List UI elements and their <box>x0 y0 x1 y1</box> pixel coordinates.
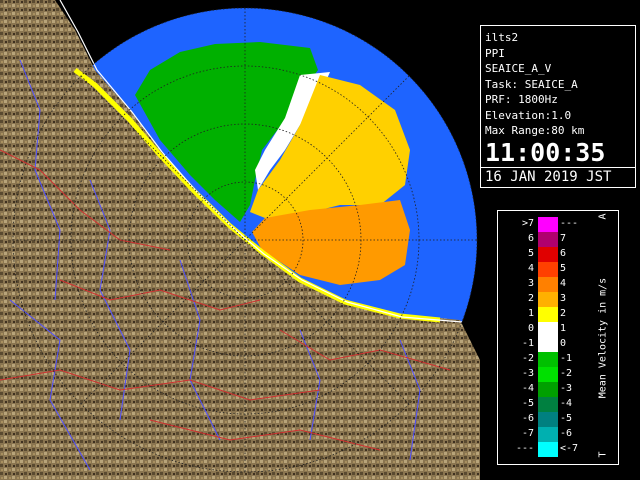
legend-row-right-label: 0 <box>560 338 567 349</box>
legend-color-swatch <box>538 427 558 442</box>
max-range-value: Max Range:80 km <box>485 124 585 137</box>
task-name: Task: SEAICE_A <box>485 77 578 91</box>
legend-row-right-label: -4 <box>560 398 573 409</box>
legend-row-left-label: 4 <box>527 263 534 274</box>
legend-row-right-label: 4 <box>560 278 567 289</box>
legend-row-left-label: 3 <box>527 278 534 289</box>
legend-top-tick: A <box>597 213 609 220</box>
legend-row-left-label: -7 <box>521 428 534 439</box>
scan-time: 11:00:35 <box>485 137 606 167</box>
legend-color-swatch <box>538 412 558 427</box>
legend-color-swatch <box>538 337 558 352</box>
legend-color-swatch <box>538 382 558 397</box>
legend-color-swatch <box>538 262 558 277</box>
scan-date: 16 JAN 2019 JST <box>481 166 635 186</box>
legend-color-swatch <box>538 352 558 367</box>
legend-row-left-label: 1 <box>527 308 534 319</box>
info-panel: ilts2 PPI SEAICE_A_V Task: SEAICE_A PRF:… <box>480 25 636 188</box>
legend-row-right-label: 7 <box>560 233 567 244</box>
legend-row-right-label: --- <box>560 218 579 229</box>
legend-row-left-label: -4 <box>521 383 534 394</box>
legend-row-right-label: -2 <box>560 368 573 379</box>
elevation-value: Elevation:1.0 <box>485 108 572 122</box>
legend-color-swatch <box>538 442 558 457</box>
legend-color-swatch <box>538 322 558 337</box>
legend-row-right-label: -5 <box>560 413 573 424</box>
legend-row-right-label: -6 <box>560 428 573 439</box>
legend-bottom-tick: T <box>597 451 609 458</box>
legend-row-left-label: 2 <box>527 293 534 304</box>
legend-color-swatch <box>538 292 558 307</box>
legend-row-left-label: 5 <box>527 248 534 259</box>
product-type: PPI <box>485 46 505 60</box>
legend-row-left-label: -1 <box>521 338 534 349</box>
legend-row-right-label: -3 <box>560 383 573 394</box>
legend-color-swatch <box>538 307 558 322</box>
legend-color-swatch <box>538 217 558 232</box>
scan-name: SEAICE_A_V <box>485 62 552 75</box>
legend-row-right-label: -1 <box>560 353 573 364</box>
legend-color-swatch <box>538 397 558 412</box>
legend-row-right-label: 1 <box>560 323 567 334</box>
prf-value: PRF: 1800Hz <box>485 93 558 106</box>
legend-row-right-label: <-7 <box>560 443 579 454</box>
legend-color-swatch <box>538 367 558 382</box>
legend-row-right-label: 6 <box>560 248 567 259</box>
legend-color-swatch <box>538 232 558 247</box>
legend-color-swatch <box>538 247 558 262</box>
legend-row-right-label: 5 <box>560 263 567 274</box>
velocity-legend: >7 --- 6 7 5 6 4 5 3 4 2 3 1 2 0 1 -1 0 -2 -1 -3 -2 -4 -3 -5 -4 -6… <box>497 210 619 465</box>
site-name: ilts2 <box>485 31 519 44</box>
legend-row-left-label: >7 <box>521 218 534 229</box>
legend-color-swatch <box>538 277 558 292</box>
legend-title: Mean Velocity in m/s <box>597 277 609 399</box>
legend-row-left-label: -3 <box>521 368 534 379</box>
legend-row-left-label: -2 <box>521 353 534 364</box>
legend-row-left-label: 6 <box>527 233 534 244</box>
legend-row-left-label: -6 <box>521 413 534 424</box>
legend-row-right-label: 2 <box>560 308 567 319</box>
legend-row-left-label: 0 <box>527 323 534 334</box>
radar-ppi-map <box>0 0 480 480</box>
legend-row-left-label: -5 <box>521 398 534 409</box>
legend-row-left-label: --- <box>515 443 534 454</box>
legend-row-right-label: 3 <box>560 293 567 304</box>
